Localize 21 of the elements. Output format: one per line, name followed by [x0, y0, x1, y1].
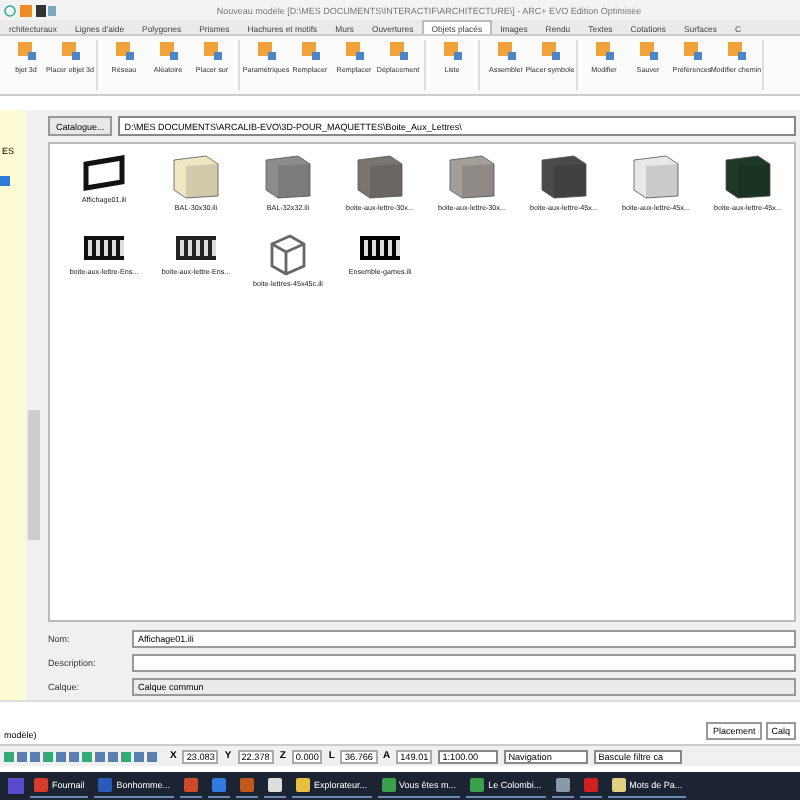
object-icon	[539, 40, 561, 62]
object-icon	[637, 40, 659, 62]
object-icon	[681, 40, 703, 62]
object-icon	[387, 40, 409, 62]
object-icon	[201, 40, 223, 62]
object-icon	[157, 40, 179, 62]
input-field[interactable]	[132, 653, 796, 671]
object-icon	[15, 40, 37, 62]
object-icon	[725, 40, 747, 62]
object-icon	[441, 40, 463, 62]
start-icon[interactable]	[8, 778, 24, 794]
object-icon	[343, 40, 365, 62]
quick-access-icons[interactable]	[4, 3, 56, 17]
taskbar-item[interactable]	[551, 774, 574, 798]
object-icon	[59, 40, 81, 62]
object-icon	[113, 40, 135, 62]
object-icon	[495, 40, 517, 62]
taskbar-item[interactable]	[264, 774, 287, 798]
object-icon	[593, 40, 615, 62]
object-icon	[255, 40, 277, 62]
object-icon	[299, 40, 321, 62]
